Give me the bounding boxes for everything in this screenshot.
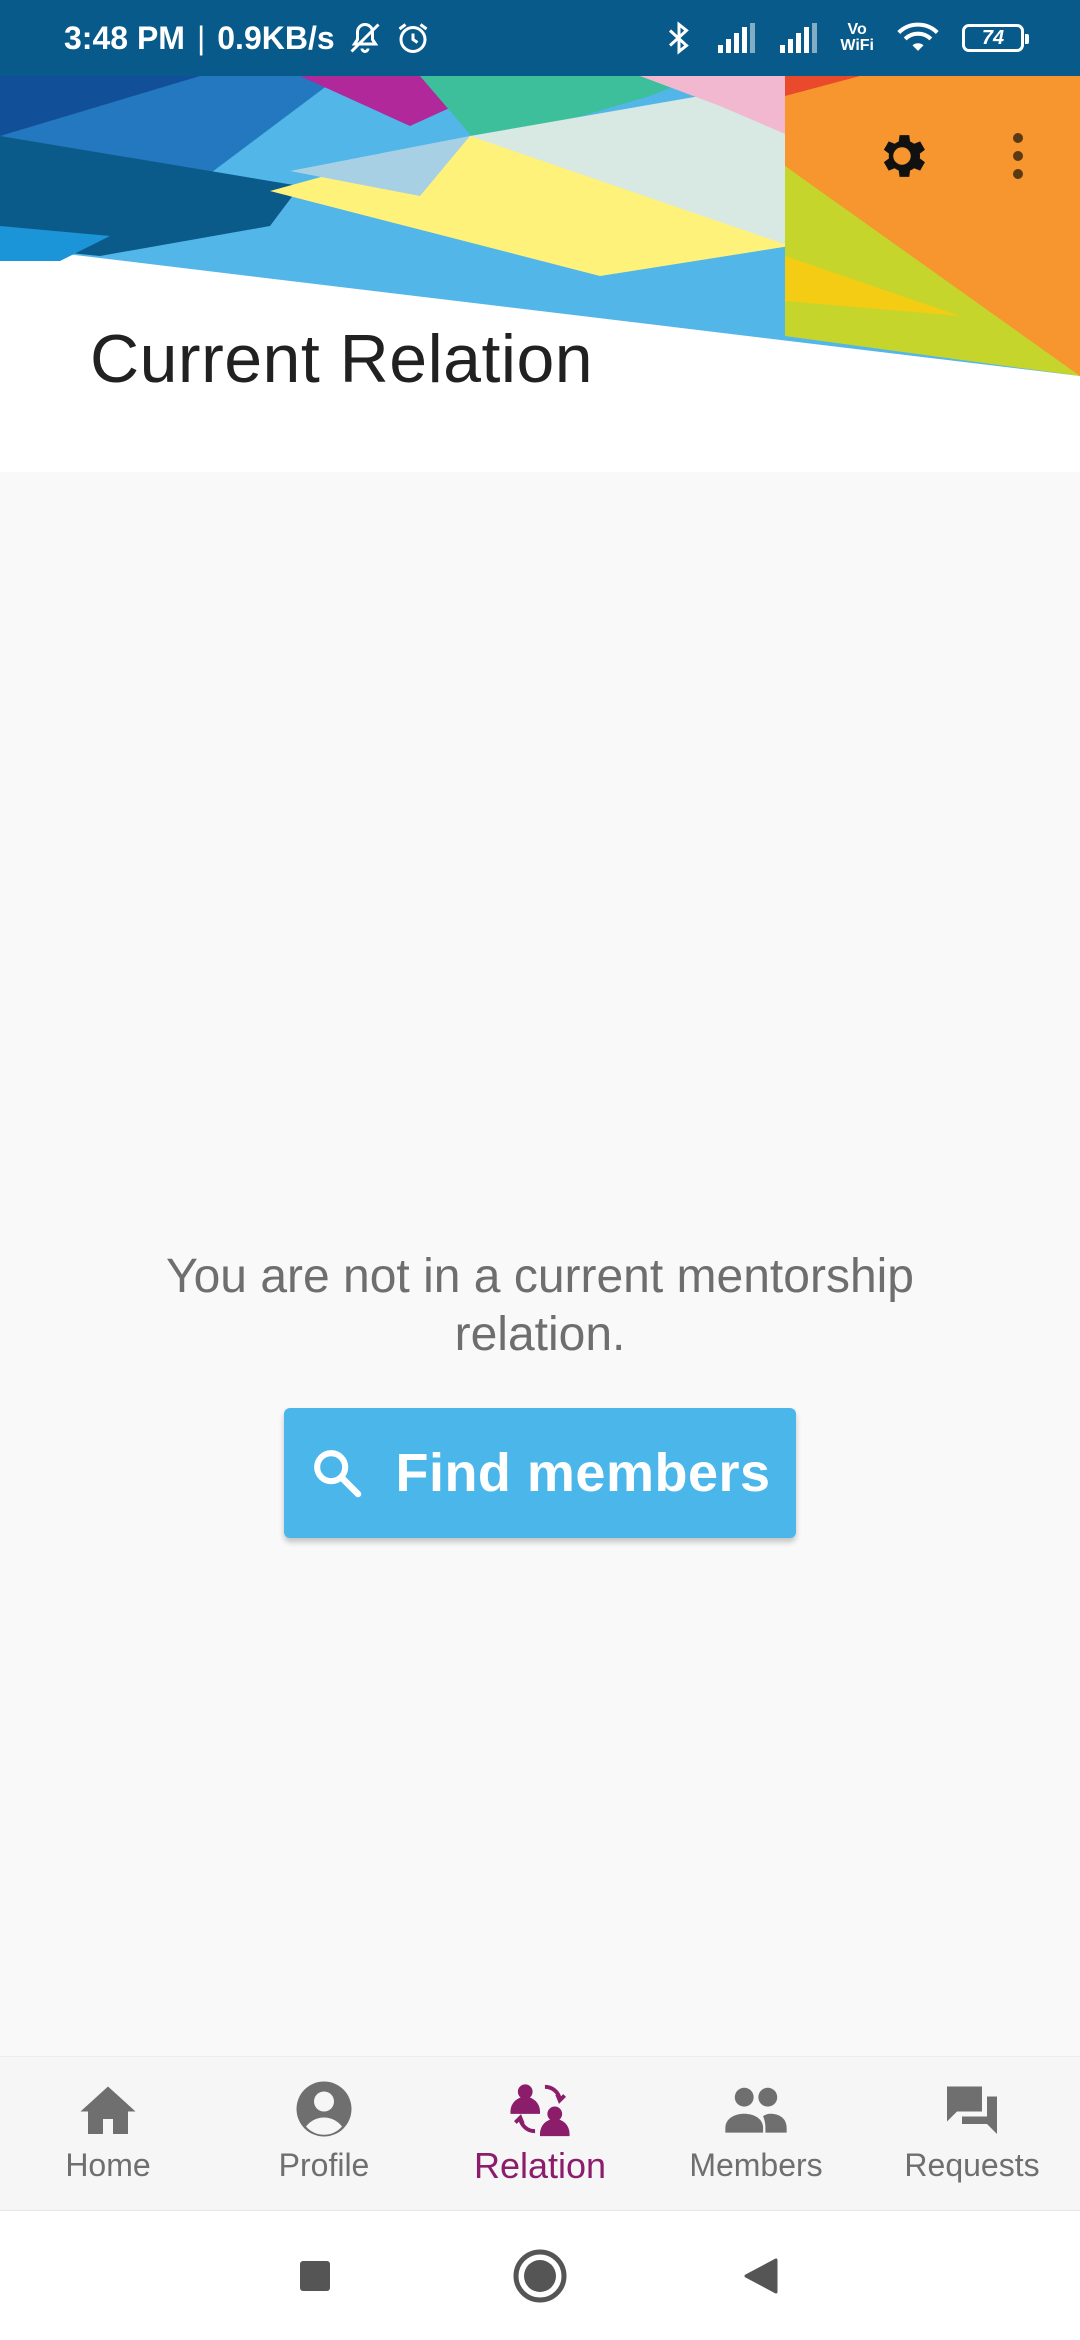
vowifi-icon: Vo WiFi [840,21,874,54]
empty-state-message: You are not in a current mentorship rela… [165,1250,914,1361]
home-icon [78,2079,138,2139]
nav-label-members: Members [689,2147,823,2183]
network-speed: 0.9KB/s [217,19,335,56]
settings-gear-icon [883,135,925,177]
nav-label-relation: Relation [473,2145,607,2186]
search-icon [314,1450,362,1498]
recents-square-icon [300,2261,330,2291]
find-members-label: Find members [395,1443,771,1503]
status-right: Vo WiFi 74 [664,0,1029,76]
battery-icon: 74 [962,24,1029,52]
account-circle-icon [294,2079,354,2139]
system-navigation-bar [0,2210,1080,2340]
nav-item-home[interactable]: Home [0,2057,216,2211]
bluetooth-icon [664,20,694,56]
bottom-navigation: Home Profile Relation Members Requests [0,2056,1080,2211]
app-header: Current Relation [0,76,1080,472]
recents-button[interactable] [255,2211,375,2340]
muted-bell-icon [347,20,383,56]
nav-label-home: Home [65,2147,151,2183]
back-triangle-icon [744,2258,778,2294]
signal-icon [716,23,756,53]
system-home-button[interactable] [480,2211,600,2340]
people-icon [723,2079,789,2139]
wifi-icon [896,21,940,55]
find-members-button[interactable]: Find members [284,1408,796,1538]
app-screen: 3:48 PM | 0.9KB/s Vo WiFi 74 Current Rel… [0,0,1080,2340]
page-title: Current Relation [90,321,594,397]
nav-label-requests: Requests [904,2147,1040,2183]
nav-label-profile: Profile [278,2147,370,2183]
nav-item-relation[interactable]: Relation [432,2057,648,2211]
nav-item-members[interactable]: Members [648,2057,864,2211]
status-time: 3:48 PM [64,19,185,56]
nav-item-profile[interactable]: Profile [216,2057,432,2211]
settings-button[interactable] [866,120,938,192]
status-left: 3:48 PM | 0.9KB/s [64,0,431,76]
signal-icon [778,23,818,53]
relation-icon [508,2079,572,2139]
battery-level: 74 [981,26,1005,49]
back-button[interactable] [700,2211,820,2340]
home-circle-icon [513,2249,567,2303]
more-vert-icon [1013,133,1023,179]
more-options-button[interactable] [982,120,1054,192]
status-separator: | [196,19,206,56]
alarm-icon [395,20,431,56]
forum-icon [942,2079,1002,2139]
main-content: You are not in a current mentorship rela… [0,472,1080,2056]
nav-item-requests[interactable]: Requests [864,2057,1080,2211]
status-bar: 3:48 PM | 0.9KB/s Vo WiFi 74 [0,0,1080,76]
